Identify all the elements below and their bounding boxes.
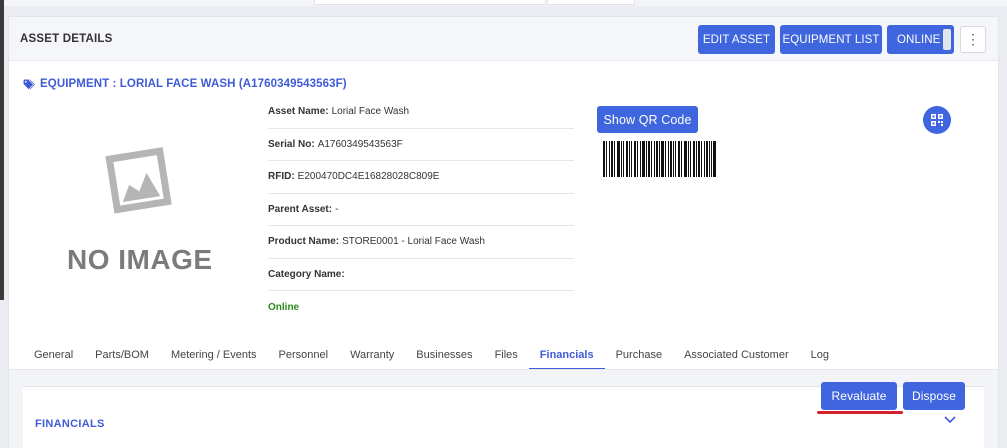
annotation-underline (817, 411, 903, 414)
detail-label: Parent Asset: (268, 203, 333, 215)
card-header: ASSET DETAILS EDIT ASSET EQUIPMENT LIST … (9, 17, 998, 61)
tab-metering-events[interactable]: Metering / Events (160, 340, 268, 370)
equipment-list-button[interactable]: EQUIPMENT LIST (780, 25, 882, 54)
detail-label: Serial No: (268, 138, 315, 150)
equipment-heading-text: EQUIPMENT : LORIAL FACE WASH (A176034954… (40, 78, 347, 90)
tab-parts-bom[interactable]: Parts/BOM (84, 340, 160, 370)
no-image-label: NO IMAGE (67, 244, 213, 275)
status-badge: Online (268, 301, 300, 313)
show-qr-code-button[interactable]: Show QR Code (597, 106, 698, 133)
tab-financials[interactable]: Financials (528, 340, 605, 370)
top-tab-strip (0, 0, 1007, 6)
asset-tabs: General Parts/BOM Metering / Events Pers… (23, 340, 840, 370)
page-title: ASSET DETAILS (20, 33, 113, 45)
tab-associated-customer[interactable]: Associated Customer (673, 340, 800, 370)
no-image-placeholder: NO IMAGE (64, 137, 214, 282)
qr-code-icon[interactable] (923, 106, 951, 134)
chevron-down-icon[interactable] (943, 415, 957, 425)
dispose-button[interactable]: Dispose (903, 382, 965, 410)
detail-row-status: Online (268, 291, 574, 324)
detail-value: STORE0001 - Lorial Face Wash (342, 236, 485, 248)
detail-row-product-name: Product Name: STORE0001 - Lorial Face Wa… (268, 226, 574, 259)
detail-value: A1760349543563F (317, 138, 403, 150)
tab-businesses[interactable]: Businesses (405, 340, 483, 370)
detail-value: Lorial Face Wash (331, 106, 410, 118)
detail-row-serial-no: Serial No: A1760349543563F (268, 129, 574, 161)
tab-general[interactable]: General (23, 340, 84, 370)
tab-warranty[interactable]: Warranty (339, 340, 405, 370)
tab-log[interactable]: Log (800, 340, 840, 370)
top-tab[interactable] (547, 0, 635, 5)
financials-section-title: FINANCIALS (35, 418, 105, 430)
tab-files[interactable]: Files (484, 340, 529, 370)
online-toggle-button[interactable]: ONLINE (887, 25, 954, 54)
edit-asset-button[interactable]: EDIT ASSET (698, 25, 775, 54)
detail-label: RFID: (268, 171, 295, 183)
tab-purchase[interactable]: Purchase (605, 340, 673, 370)
detail-row-rfid: RFID: E200470DC4E16828028C809E (268, 161, 574, 194)
toggle-switch[interactable] (943, 29, 951, 50)
detail-label: Category Name: (268, 268, 345, 280)
detail-row-category-name: Category Name: (268, 259, 574, 291)
top-tab[interactable] (314, 0, 546, 5)
detail-value: - (335, 203, 339, 215)
revaluate-button[interactable]: Revaluate (821, 382, 897, 410)
more-vertical-icon[interactable]: ⋮ (960, 26, 986, 53)
detail-row-parent-asset: Parent Asset: - (268, 194, 574, 226)
online-label: ONLINE (897, 33, 941, 46)
left-edge-bar (0, 0, 4, 300)
detail-label: Asset Name: (268, 106, 329, 118)
tab-personnel[interactable]: Personnel (268, 340, 340, 370)
detail-value: E200470DC4E16828028C809E (297, 171, 440, 183)
barcode (603, 141, 716, 177)
detail-label: Product Name: (268, 236, 340, 248)
tag-icon (23, 78, 35, 90)
image-placeholder-icon (105, 147, 172, 214)
asset-detail-list: Asset Name: Lorial Face Wash Serial No: … (268, 96, 574, 324)
detail-row-asset-name: Asset Name: Lorial Face Wash (268, 96, 574, 129)
equipment-heading: EQUIPMENT : LORIAL FACE WASH (A176034954… (23, 78, 347, 90)
